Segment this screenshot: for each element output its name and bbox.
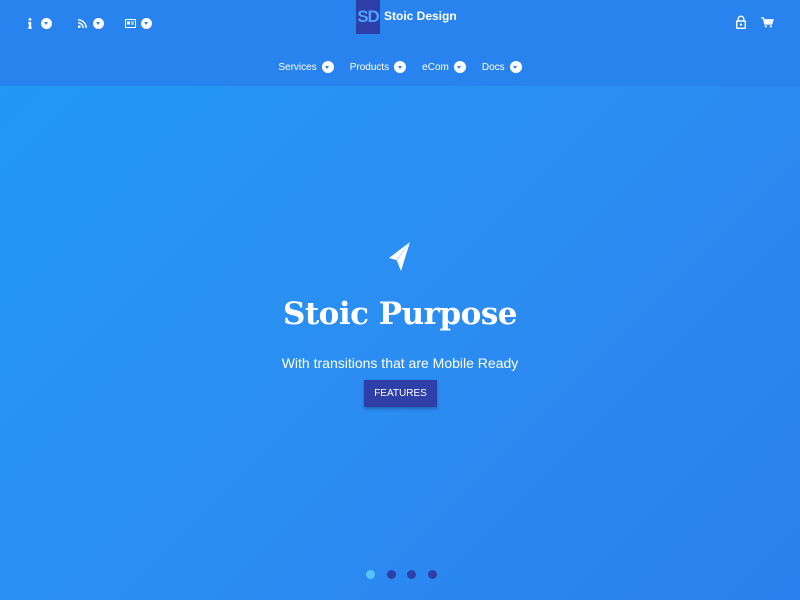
nav-item-services[interactable]: Services: [278, 61, 334, 73]
features-button[interactable]: FEATURES: [364, 380, 437, 407]
utility-menu-right: [722, 14, 774, 30]
chevron-down-icon[interactable]: [394, 61, 407, 73]
chevron-down-icon[interactable]: [41, 17, 52, 29]
slider-dot-2[interactable]: [386, 570, 396, 579]
info-menu[interactable]: [24, 17, 52, 29]
chevron-down-icon[interactable]: [509, 61, 522, 73]
lock-icon[interactable]: [734, 14, 748, 30]
id-card-menu[interactable]: [124, 17, 152, 29]
id-card-icon: [124, 17, 136, 29]
chevron-down-icon[interactable]: [141, 17, 152, 29]
paper-plane-icon: [387, 240, 413, 274]
nav-item-label: Services: [278, 61, 317, 73]
slider-dot-1[interactable]: [366, 570, 375, 579]
chevron-down-icon[interactable]: [93, 17, 104, 29]
hero-subtitle: With transitions that are Mobile Ready: [281, 355, 519, 371]
chevron-down-icon[interactable]: [321, 61, 334, 73]
hero-slider: Stoic Purpose With transitions that are …: [0, 86, 800, 600]
utility-menu-left: [24, 14, 166, 32]
nav-item-label: Docs: [481, 61, 505, 73]
hero-title: Stoic Purpose: [282, 296, 518, 332]
nav-item-label: eCom: [422, 61, 449, 73]
rss-menu[interactable]: [76, 17, 104, 29]
cart-icon[interactable]: [760, 14, 774, 30]
site-header: SD Stoic Design Services Products eCom D…: [0, 0, 800, 86]
info-icon: [24, 17, 36, 29]
slider-pagination: [366, 570, 448, 579]
rss-icon: [76, 17, 88, 29]
brand-name: Stoic Design: [384, 9, 457, 23]
nav-item-ecom[interactable]: eCom: [422, 61, 466, 73]
nav-item-products[interactable]: Products: [349, 61, 407, 73]
logo: SD: [356, 0, 380, 34]
brand-logo-link[interactable]: SD Stoic Design: [356, 0, 457, 34]
nav-item-docs[interactable]: Docs: [482, 61, 522, 73]
nav-item-label: Products: [349, 61, 390, 73]
chevron-down-icon[interactable]: [453, 61, 466, 73]
slider-dot-3[interactable]: [407, 570, 416, 579]
slider-dot-4[interactable]: [427, 570, 437, 579]
main-navigation: Services Products eCom Docs: [0, 58, 800, 76]
